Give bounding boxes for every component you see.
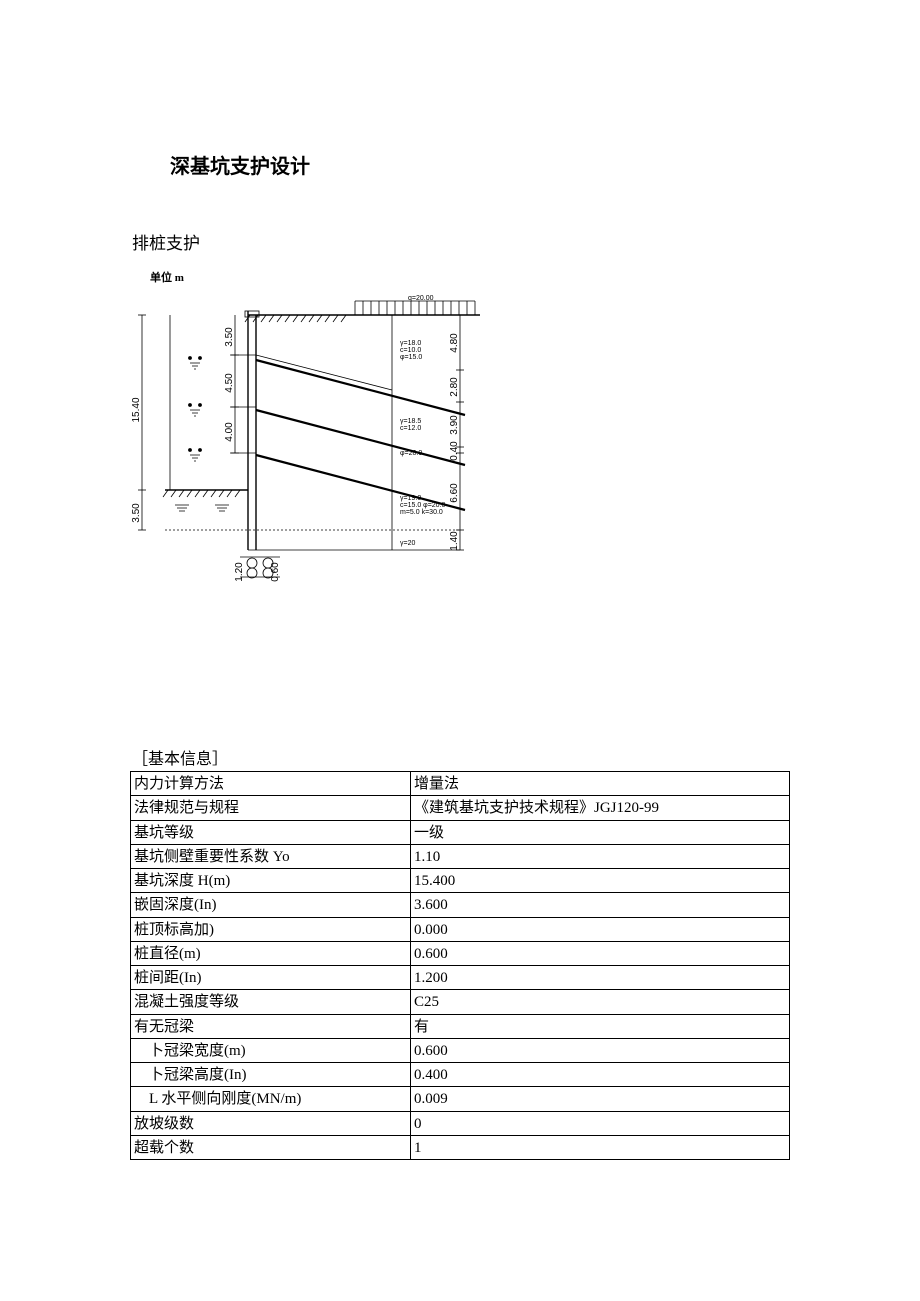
table-row: 超载个数1 xyxy=(131,1135,790,1159)
dim-3-50-left: 3.50 xyxy=(131,503,142,523)
svg-text:2.80: 2.80 xyxy=(449,377,460,397)
param-label: 法律规范与规程 xyxy=(131,796,411,820)
param-label: 卜冠梁高度(In) xyxy=(131,1063,411,1087)
basic-info-table: 内力计算方法增量法法律规范与规程《建筑基坑支护技术规程》JGJ120-99基坑等… xyxy=(130,771,790,1160)
svg-text:γ=20: γ=20 xyxy=(400,540,415,547)
unit-label: 单位 m xyxy=(150,269,790,285)
svg-text:c=10.0: c=10.0 xyxy=(400,347,421,354)
table-row: 桩间距(In)1.200 xyxy=(131,966,790,990)
param-label: 基坑等级 xyxy=(131,820,411,844)
svg-text:4.00: 4.00 xyxy=(224,422,235,442)
param-label: 桩间距(In) xyxy=(131,966,411,990)
param-value: 1.10 xyxy=(411,844,790,868)
svg-text:0.40: 0.40 xyxy=(449,441,460,461)
svg-text:γ=18.5: γ=18.5 xyxy=(400,418,421,425)
param-value: 有 xyxy=(411,1014,790,1038)
svg-text:m=5.0 k=30.0: m=5.0 k=30.0 xyxy=(400,509,443,516)
table-row: 卜冠梁高度(In)0.400 xyxy=(131,1063,790,1087)
param-label: L 水平侧向刚度(MN/m) xyxy=(131,1087,411,1111)
svg-text:1.20: 1.20 xyxy=(234,562,245,582)
svg-text:φ=20.0: φ=20.0 xyxy=(400,450,422,457)
svg-text:3.90: 3.90 xyxy=(449,415,460,435)
param-label: 桩顶标高加) xyxy=(131,917,411,941)
param-label: 混凝土强度等级 xyxy=(131,990,411,1014)
param-value: 1 xyxy=(411,1135,790,1159)
param-value: 0 xyxy=(411,1111,790,1135)
param-value: C25 xyxy=(411,990,790,1014)
surcharge-arrows xyxy=(355,301,475,315)
svg-text:6.60: 6.60 xyxy=(449,483,460,503)
param-label: 超载个数 xyxy=(131,1135,411,1159)
doc-title: 深基坑支护设计 xyxy=(170,150,790,179)
param-label: 嵌固深度(In) xyxy=(131,893,411,917)
svg-text:c=12.0: c=12.0 xyxy=(400,425,421,432)
table-row: L 水平侧向刚度(MN/m)0.009 xyxy=(131,1087,790,1111)
table-row: 法律规范与规程《建筑基坑支护技术规程》JGJ120-99 xyxy=(131,796,790,820)
table-row: 桩直径(m)0.600 xyxy=(131,941,790,965)
surcharge-label: q=20.00 xyxy=(408,295,434,302)
cross-section-diagram: q=20.00 xyxy=(130,295,490,595)
svg-text:φ=15.0: φ=15.0 xyxy=(400,354,422,361)
svg-text:3.50: 3.50 xyxy=(224,327,235,347)
svg-text:1.40: 1.40 xyxy=(449,531,460,551)
param-label: 桩直径(m) xyxy=(131,941,411,965)
svg-text:4.50: 4.50 xyxy=(224,373,235,393)
param-label: 有无冠梁 xyxy=(131,1014,411,1038)
table-row: 有无冠梁有 xyxy=(131,1014,790,1038)
table-row: 混凝土强度等级C25 xyxy=(131,990,790,1014)
doc-subtitle: 排桩支护 xyxy=(132,229,790,254)
param-label: 放坡级数 xyxy=(131,1111,411,1135)
param-value: 0.009 xyxy=(411,1087,790,1111)
param-value: 0.600 xyxy=(411,1038,790,1062)
table-row: 基坑深度 H(m)15.400 xyxy=(131,869,790,893)
param-value: 0.400 xyxy=(411,1063,790,1087)
param-value: 一级 xyxy=(411,820,790,844)
param-value: 15.400 xyxy=(411,869,790,893)
table-row: 嵌固深度(In)3.600 xyxy=(131,893,790,917)
table-row: 内力计算方法增量法 xyxy=(131,772,790,796)
svg-text:γ=18.0: γ=18.0 xyxy=(400,340,421,347)
param-value: 3.600 xyxy=(411,893,790,917)
param-label: 卜冠梁宽度(m) xyxy=(131,1038,411,1062)
table-row: 基坑侧壁重要性系数 Yo1.10 xyxy=(131,844,790,868)
svg-text:γ=19.0: γ=19.0 xyxy=(400,495,421,502)
dim-15-40: 15.40 xyxy=(131,397,142,422)
param-value: 《建筑基坑支护技术规程》JGJ120-99 xyxy=(411,796,790,820)
svg-text:4.80: 4.80 xyxy=(449,333,460,353)
param-value: 增量法 xyxy=(411,772,790,796)
table-row: 基坑等级一级 xyxy=(131,820,790,844)
table-row: 放坡级数0 xyxy=(131,1111,790,1135)
param-value: 0.600 xyxy=(411,941,790,965)
param-value: 0.000 xyxy=(411,917,790,941)
param-label: 基坑侧壁重要性系数 Yo xyxy=(131,844,411,868)
param-label: 基坑深度 H(m) xyxy=(131,869,411,893)
param-value: 1.200 xyxy=(411,966,790,990)
svg-text:c=15.0 φ=20.0: c=15.0 φ=20.0 xyxy=(400,502,446,509)
param-label: 内力计算方法 xyxy=(131,772,411,796)
water-table-icon xyxy=(189,357,202,370)
table-row: 桩顶标高加)0.000 xyxy=(131,917,790,941)
svg-text:0.60: 0.60 xyxy=(270,562,281,582)
table-row: 卜冠梁宽度(m)0.600 xyxy=(131,1038,790,1062)
section-header: ［基本信息］ xyxy=(132,745,790,769)
